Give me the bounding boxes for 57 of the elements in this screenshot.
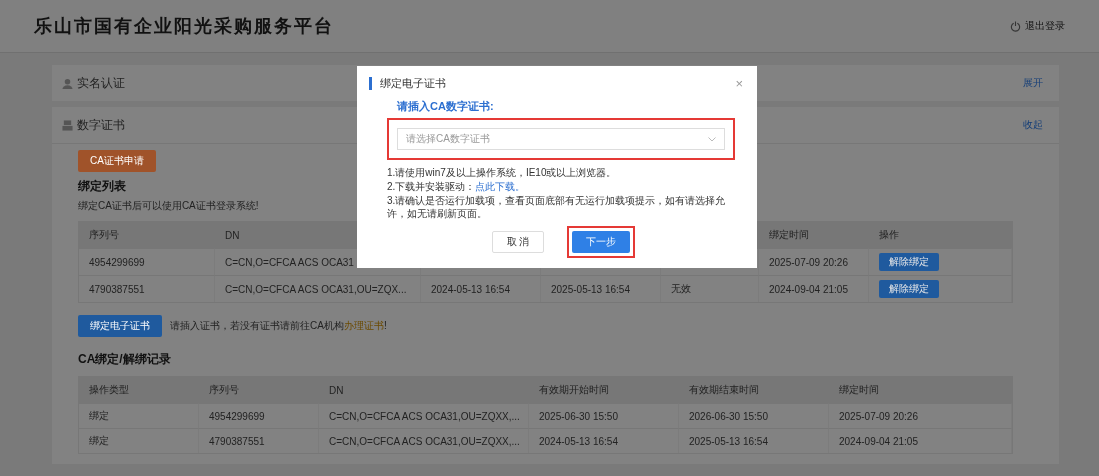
column-header: DN <box>319 377 529 403</box>
download-link[interactable]: 点此下载。 <box>475 181 526 192</box>
cancel-button[interactable]: 取 消 <box>491 231 545 253</box>
platform-title: 乐山市国有企业阳光采购服务平台 <box>34 15 334 38</box>
table-cell: 2025-05-13 16:54 <box>541 275 661 302</box>
section-subtitle: 绑定CA证书后可以使用CA证书登录系统! <box>78 199 259 213</box>
certificate-select[interactable]: 请选择CA数字证书 <box>397 128 725 150</box>
logout-link[interactable]: 退出登录 <box>1010 19 1065 33</box>
column-header: 绑定时间 <box>829 377 1012 403</box>
table-cell: 2025-06-30 15:50 <box>529 403 679 428</box>
table-cell: 2024-05-13 16:54 <box>421 275 541 302</box>
column-header: 序列号 <box>79 222 215 248</box>
column-header: 有效期结束时间 <box>679 377 829 403</box>
table-cell: 无效 <box>661 275 759 302</box>
table-cell: 4954299699 <box>79 248 215 275</box>
table-cell: 4954299699 <box>199 403 319 428</box>
table-cell: C=CN,O=CFCA ACS OCA31,OU=ZQXX,... <box>319 403 529 428</box>
table-cell: 2024-09-04 21:05 <box>759 275 869 302</box>
column-header: 绑定时间 <box>759 222 869 248</box>
bind-note: 请插入证书，若没有证书请前往CA机构办理证书! <box>170 319 387 333</box>
column-header: 操作 <box>869 222 1012 248</box>
close-button[interactable]: × <box>735 76 743 91</box>
power-icon <box>1010 20 1021 32</box>
user-icon <box>62 77 73 89</box>
next-step-button[interactable]: 下一步 <box>572 231 631 253</box>
table-cell: 2024-09-04 21:05 <box>829 428 1012 453</box>
table-cell: 4790387551 <box>79 275 215 302</box>
instruction-text: 1.请使用win7及以上操作系统，IE10或以上浏览器。 <box>387 166 618 179</box>
dialog-title: 绑定电子证书 <box>369 77 446 90</box>
certificate-label: 请插入CA数字证书: <box>397 99 495 114</box>
table-cell: 2025-07-09 20:26 <box>829 403 1012 428</box>
toggle-link[interactable]: 展开 <box>1023 76 1043 90</box>
column-header: 序列号 <box>199 377 319 403</box>
column-header: 操作类型 <box>79 377 199 403</box>
table-cell: 2026-06-30 15:50 <box>679 403 829 428</box>
instruction-text: 2.下载并安装驱动：点此下载。 <box>387 180 527 193</box>
unbind-button[interactable]: 解除绑定 <box>879 253 939 271</box>
bind-certificate-button[interactable]: 绑定电子证书 <box>78 315 162 337</box>
certificate-icon <box>62 119 73 131</box>
section-heading: 绑定列表 <box>78 178 126 195</box>
table-cell: 2025-05-13 16:54 <box>679 428 829 453</box>
unbind-button[interactable]: 解除绑定 <box>879 280 939 298</box>
table-cell: 2025-07-09 20:26 <box>759 248 869 275</box>
section-heading: CA绑定/解绑记录 <box>78 351 171 368</box>
toggle-link[interactable]: 收起 <box>1023 118 1043 132</box>
table-cell: C=CN,O=CFCA ACS OCA31,OU=ZQXX,... <box>319 428 529 453</box>
apply-button[interactable]: CA证书申请 <box>78 150 156 172</box>
chevron-down-icon <box>708 136 716 142</box>
instruction-text: 3.请确认是否运行加载项，查看页面底部有无运行加载项提示，如有请选择允许，如无请刷新页面。 <box>387 194 727 220</box>
table-cell: 4790387551 <box>199 428 319 453</box>
table-cell: 绑定 <box>79 428 199 453</box>
table-cell: 2024-05-13 16:54 <box>529 428 679 453</box>
column-header: 有效期开始时间 <box>529 377 679 403</box>
section-title-text: 实名认证 <box>77 74 125 92</box>
table-cell: C=CN,O=CFCA ACS OCA31,OU=ZQX... <box>215 275 421 302</box>
section-title-text: 数字证书 <box>77 116 125 134</box>
table-cell: 绑定 <box>79 403 199 428</box>
